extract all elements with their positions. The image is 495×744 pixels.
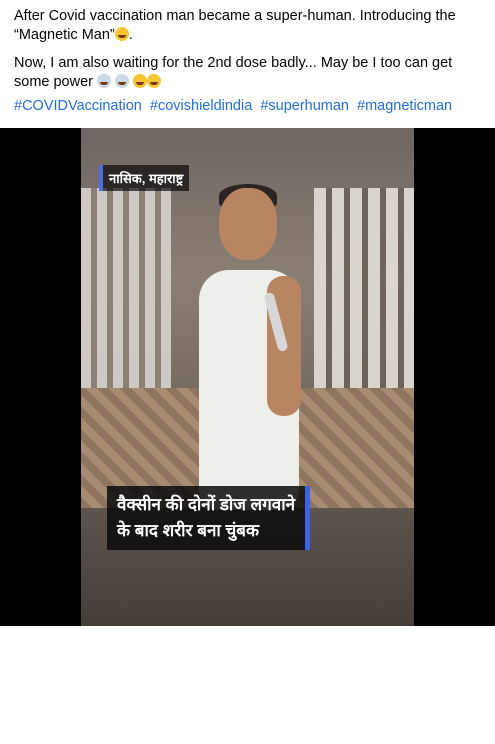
post: After Covid vaccination man became a sup…	[0, 0, 495, 742]
head	[219, 188, 277, 260]
post-caption: After Covid vaccination man became a sup…	[14, 7, 484, 101]
weightlifter-emoji-icon	[115, 74, 130, 88]
flexed-arm-emoji-icon	[97, 74, 112, 88]
video-frame: नासिक, महाराष्ट्र वैक्सीन की दोनों डोज ल…	[81, 128, 414, 626]
overlay-line-2: के बाद शरीर बना चुंबक	[117, 521, 260, 540]
video-caption-overlay: वैक्सीन की दोनों डोज लगवाने के बाद शरीर …	[107, 486, 311, 550]
hashtag-covishieldindia[interactable]: #covishieldindia	[150, 98, 252, 114]
speaker-muted-icon[interactable]	[458, 726, 484, 744]
curtain-left	[81, 188, 171, 388]
location-tag: नासिक, महाराष्ट्र	[99, 165, 190, 191]
hashtag-covidvaccination[interactable]: #COVIDVaccination	[14, 98, 142, 114]
laughing-emoji-icon	[133, 74, 148, 88]
video-player[interactable]: नासिक, महाराष्ट्र वैक्सीन की दोनों डोज ल…	[0, 128, 495, 742]
laughing-emoji-icon	[147, 74, 162, 88]
laughing-emoji-icon	[114, 27, 129, 41]
curtain-right	[314, 188, 414, 388]
hashtag-superhuman[interactable]: #superhuman	[260, 98, 349, 114]
caption-line-1: After Covid vaccination man became a sup…	[14, 8, 456, 43]
hashtag-list: #COVIDVaccination #covishieldindia #supe…	[14, 97, 456, 116]
caption-line-2: Now, I am also waiting for the 2nd dose …	[14, 55, 453, 90]
hashtag-magneticman[interactable]: #magneticman	[357, 98, 452, 114]
overlay-line-1: वैक्सीन की दोनों डोज लगवाने	[117, 495, 296, 514]
